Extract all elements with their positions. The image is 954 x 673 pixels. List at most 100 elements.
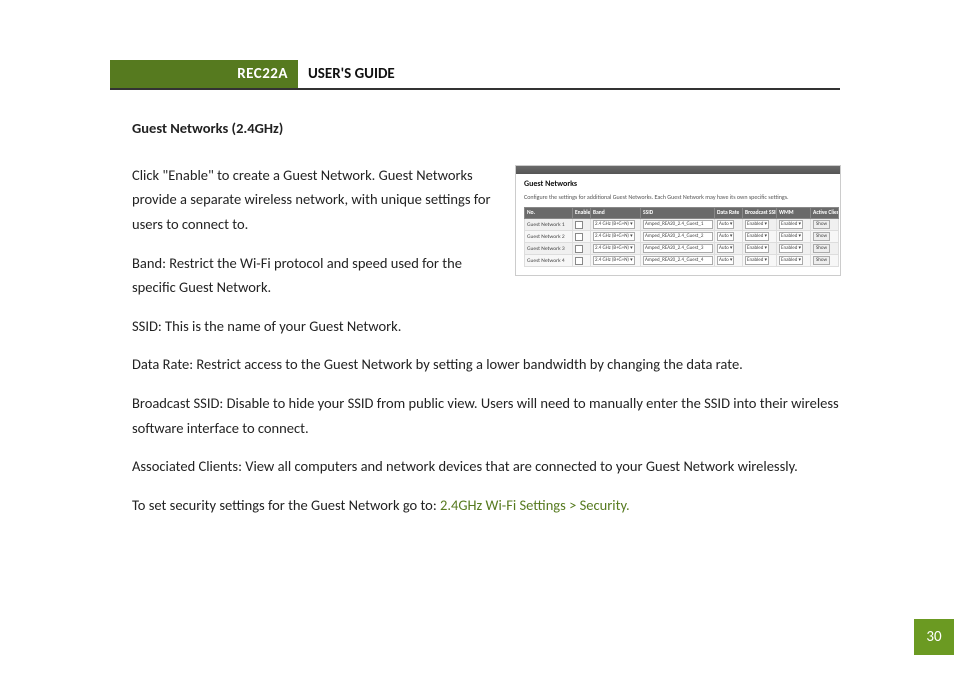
- cell-ssid: Amped_REA20_2.4_Guest_4: [641, 255, 715, 267]
- paragraph-broadcast: Broadcast SSID: Disable to hide your SSI…: [132, 391, 840, 440]
- cell-ssid: Amped_REA20_2.4_Guest_1: [641, 219, 715, 231]
- doc-title-text: USER'S GUIDE: [308, 65, 395, 83]
- cell-wmm: Enabled ▾: [777, 255, 811, 267]
- screenshot-titlebar: [516, 166, 840, 174]
- cell-wmm: Enabled ▾: [777, 219, 811, 231]
- cell-enable: [573, 219, 591, 231]
- wmm-value: Enabled: [781, 221, 797, 227]
- doc-header: REC22A USER'S GUIDE: [110, 60, 840, 90]
- page-number: 30: [926, 628, 941, 646]
- embedded-screenshot: Guest Networks Configure the settings fo…: [516, 166, 840, 275]
- wmm-select[interactable]: Enabled ▾: [779, 256, 803, 265]
- rate-select[interactable]: Auto ▾: [717, 256, 734, 265]
- show-button[interactable]: Show: [813, 220, 830, 229]
- cell-enable: [573, 243, 591, 255]
- cell-no: Guest Network 4: [525, 255, 573, 267]
- doc-title: USER'S GUIDE: [298, 60, 395, 88]
- cell-bcast: Enabled ▾: [743, 231, 777, 243]
- cell-ssid: Amped_REA20_2.4_Guest_3: [641, 243, 715, 255]
- cell-clients: Show: [811, 243, 839, 255]
- table-row: Guest Network 1 2.4 GHz (B+G+N) ▾ Amped_…: [525, 219, 839, 231]
- ssid-input[interactable]: Amped_REA20_2.4_Guest_2: [643, 232, 713, 241]
- cell-wmm: Enabled ▾: [777, 231, 811, 243]
- ssid-input[interactable]: Amped_REA20_2.4_Guest_3: [643, 244, 713, 253]
- rate-value: Auto: [719, 245, 729, 251]
- cell-no: Guest Network 3: [525, 243, 573, 255]
- cell-rate: Auto ▾: [715, 243, 743, 255]
- rate-select[interactable]: Auto ▾: [717, 220, 734, 229]
- cell-enable: [573, 255, 591, 267]
- col-wmm: WMM: [777, 207, 811, 219]
- ssid-input[interactable]: Amped_REA20_2.4_Guest_4: [643, 256, 713, 265]
- wmm-value: Enabled: [781, 257, 797, 263]
- cell-clients: Show: [811, 255, 839, 267]
- band-select[interactable]: 2.4 GHz (B+G+N) ▾: [593, 256, 635, 265]
- show-button[interactable]: Show: [813, 244, 830, 253]
- band-select[interactable]: 2.4 GHz (B+G+N) ▾: [593, 220, 635, 229]
- table-row: Guest Network 3 2.4 GHz (B+G+N) ▾ Amped_…: [525, 243, 839, 255]
- rate-select[interactable]: Auto ▾: [717, 244, 734, 253]
- enable-checkbox[interactable]: [575, 245, 583, 253]
- cell-wmm: Enabled ▾: [777, 243, 811, 255]
- cell-band: 2.4 GHz (B+G+N) ▾: [591, 219, 641, 231]
- wmm-value: Enabled: [781, 233, 797, 239]
- enable-checkbox[interactable]: [575, 221, 583, 229]
- bcast-value: Enabled: [747, 233, 763, 239]
- bcast-value: Enabled: [747, 245, 763, 251]
- model-text: REC22A: [237, 65, 288, 83]
- cell-no: Guest Network 2: [525, 231, 573, 243]
- wmm-select[interactable]: Enabled ▾: [779, 232, 803, 241]
- band-select[interactable]: 2.4 GHz (B+G+N) ▾: [593, 244, 635, 253]
- rate-select[interactable]: Auto ▾: [717, 232, 734, 241]
- paragraph-security: To set security settings for the Guest N…: [132, 493, 840, 518]
- paragraph-band: Band: Restrict the Wi-Fi protocol and sp…: [132, 251, 504, 300]
- table-header-row: No. Enable Band SSID Data Rate Broadcast…: [525, 207, 839, 219]
- enable-checkbox[interactable]: [575, 233, 583, 241]
- cell-clients: Show: [811, 231, 839, 243]
- band-value: 2.4 GHz (B+G+N): [595, 221, 629, 227]
- col-rate: Data Rate: [715, 207, 743, 219]
- screenshot-desc: Configure the settings for additional Gu…: [524, 194, 832, 201]
- bcast-value: Enabled: [747, 257, 763, 263]
- security-link[interactable]: 2.4GHz Wi-Fi Settings > Security.: [440, 496, 630, 514]
- show-button[interactable]: Show: [813, 232, 830, 241]
- bcast-select[interactable]: Enabled ▾: [745, 232, 769, 241]
- rate-value: Auto: [719, 257, 729, 263]
- table-row: Guest Network 2 2.4 GHz (B+G+N) ▾ Amped_…: [525, 231, 839, 243]
- guest-network-table: No. Enable Band SSID Data Rate Broadcast…: [524, 207, 839, 268]
- band-value: 2.4 GHz (B+G+N): [595, 233, 629, 239]
- table-row: Guest Network 4 2.4 GHz (B+G+N) ▾ Amped_…: [525, 255, 839, 267]
- model-badge: REC22A: [110, 60, 298, 88]
- col-no: No.: [525, 207, 573, 219]
- cell-bcast: Enabled ▾: [743, 255, 777, 267]
- cell-rate: Auto ▾: [715, 255, 743, 267]
- wmm-select[interactable]: Enabled ▾: [779, 220, 803, 229]
- enable-checkbox[interactable]: [575, 257, 583, 265]
- col-band: Band: [591, 207, 641, 219]
- cell-band: 2.4 GHz (B+G+N) ▾: [591, 255, 641, 267]
- bcast-select[interactable]: Enabled ▾: [745, 220, 769, 229]
- cell-rate: Auto ▾: [715, 231, 743, 243]
- band-value: 2.4 GHz (B+G+N): [595, 245, 629, 251]
- paragraph-intro: Click "Enable" to create a Guest Network…: [132, 163, 504, 237]
- paragraph-clients: Associated Clients: View all computers a…: [132, 454, 840, 479]
- col-enable: Enable: [573, 207, 591, 219]
- cell-rate: Auto ▾: [715, 219, 743, 231]
- ssid-input[interactable]: Amped_REA20_2.4_Guest_1: [643, 220, 713, 229]
- security-prefix: To set security settings for the Guest N…: [132, 496, 440, 514]
- bcast-select[interactable]: Enabled ▾: [745, 256, 769, 265]
- col-ssid: SSID: [641, 207, 715, 219]
- cell-ssid: Amped_REA20_2.4_Guest_2: [641, 231, 715, 243]
- rate-value: Auto: [719, 233, 729, 239]
- paragraph-ssid: SSID: This is the name of your Guest Net…: [132, 314, 840, 339]
- rate-value: Auto: [719, 221, 729, 227]
- wmm-select[interactable]: Enabled ▾: [779, 244, 803, 253]
- screenshot-body: Guest Networks Configure the settings fo…: [516, 174, 840, 275]
- cell-bcast: Enabled ▾: [743, 219, 777, 231]
- band-select[interactable]: 2.4 GHz (B+G+N) ▾: [593, 232, 635, 241]
- bcast-select[interactable]: Enabled ▾: [745, 244, 769, 253]
- cell-enable: [573, 231, 591, 243]
- col-bcast: Broadcast SSID: [743, 207, 777, 219]
- show-button[interactable]: Show: [813, 256, 830, 265]
- wmm-value: Enabled: [781, 245, 797, 251]
